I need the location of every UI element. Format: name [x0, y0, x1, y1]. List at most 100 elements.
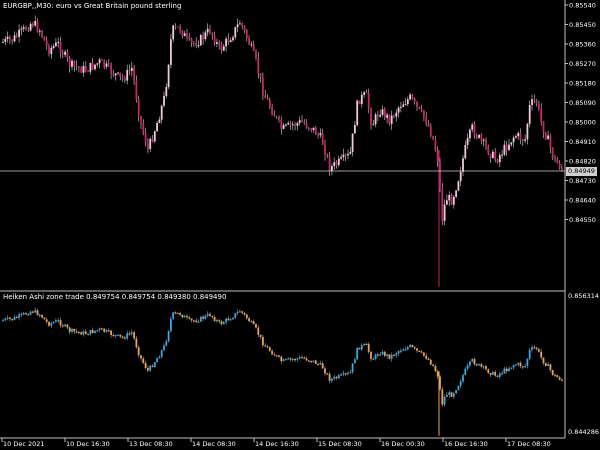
- ha-candle-body: [429, 359, 432, 365]
- ha-candle-body: [448, 392, 451, 395]
- ha-candle-body: [220, 321, 223, 325]
- candle-body: [337, 158, 340, 166]
- candle-body: [305, 123, 308, 128]
- ha-candle-body: [519, 363, 522, 367]
- candle-body: [112, 73, 115, 76]
- ha-candle-body: [259, 334, 262, 337]
- ha-candle-body: [397, 351, 400, 354]
- ha-candle-body: [50, 322, 53, 326]
- candle-body: [475, 135, 478, 138]
- ha-candle-body: [450, 392, 453, 397]
- candle-body: [38, 30, 41, 32]
- price-tick-label: 0.84910: [569, 138, 596, 146]
- candle-body: [356, 100, 359, 126]
- ha-candle-body: [107, 330, 110, 332]
- ha-candle-body: [285, 359, 287, 361]
- ha-candle-body: [211, 315, 214, 318]
- candle-body: [540, 108, 543, 122]
- ha-candle-body: [351, 363, 354, 372]
- candle-body: [147, 143, 149, 150]
- candle-body: [114, 73, 117, 76]
- candle-body: [82, 66, 85, 73]
- candle-body: [448, 195, 451, 201]
- candle-body: [298, 120, 301, 124]
- candle-body: [142, 123, 145, 133]
- ha-candle-body: [395, 353, 398, 356]
- candle-body: [317, 134, 319, 136]
- ha-candle-body: [492, 371, 494, 375]
- price-tick-label: 0.85000: [569, 119, 596, 127]
- candle-body: [64, 51, 66, 55]
- ha-candle-body: [130, 332, 133, 334]
- candle-body: [372, 124, 375, 126]
- candle-body: [190, 39, 193, 43]
- ha-candle-body: [294, 358, 296, 361]
- ha-candle-body: [275, 355, 278, 357]
- ha-candle-body: [462, 374, 464, 382]
- ha-candle-body: [515, 364, 517, 366]
- candle-body: [393, 115, 395, 117]
- candle-body: [312, 127, 315, 131]
- candle-body: [229, 40, 232, 43]
- candle-body: [140, 116, 142, 124]
- ha-candle-body: [305, 358, 308, 361]
- candle-body: [434, 139, 437, 151]
- candle-body: [282, 125, 285, 129]
- candle-body: [487, 146, 490, 155]
- candle-body: [549, 135, 552, 148]
- candle-body: [413, 99, 416, 102]
- ha-candle-body: [78, 331, 80, 333]
- ha-candle-body: [360, 345, 363, 350]
- candle-body: [535, 100, 538, 104]
- ha-candle-body: [489, 373, 492, 375]
- ha-candle-body: [36, 310, 39, 316]
- candle-body: [52, 46, 55, 48]
- ha-candle-body: [133, 332, 135, 339]
- ha-candle-body: [257, 327, 260, 335]
- candle-body: [172, 25, 175, 40]
- candle-body: [328, 155, 331, 171]
- candle-body: [84, 66, 87, 72]
- ha-candle-body: [427, 358, 430, 360]
- candle-body: [478, 134, 480, 138]
- ha-candle-body: [128, 333, 131, 335]
- ha-candle-body: [466, 365, 469, 369]
- ha-candle-body: [193, 320, 195, 322]
- ha-candle-body: [301, 357, 303, 359]
- candle-body: [471, 124, 474, 130]
- ha-candle-body: [252, 321, 255, 325]
- candle-body: [101, 59, 103, 61]
- candle-body: [542, 121, 545, 134]
- candle-body: [89, 62, 92, 72]
- ha-candle-body: [38, 314, 41, 317]
- candle-body: [556, 158, 559, 164]
- candle-body: [130, 67, 133, 71]
- candle-body: [105, 63, 108, 67]
- ha-candle-body: [204, 315, 207, 319]
- ha-candle-body: [475, 364, 478, 366]
- candle-body: [222, 46, 225, 51]
- candle-body: [285, 124, 287, 126]
- ha-candle-body: [303, 357, 306, 359]
- ha-candle-body: [271, 350, 273, 355]
- ha-candle-body: [96, 330, 99, 332]
- candle-body: [503, 144, 506, 155]
- ha-candle-body: [464, 368, 467, 375]
- ha-candle-body: [64, 324, 66, 327]
- candle-body: [310, 128, 313, 131]
- ha-candle-body: [188, 317, 191, 319]
- candle-body: [241, 23, 244, 27]
- candle-body: [18, 29, 20, 37]
- candle-body: [436, 150, 439, 162]
- candle-body: [319, 133, 322, 136]
- current-price-tag: 0.84949: [566, 167, 597, 176]
- ha-candle-body: [542, 357, 545, 364]
- candle-body: [314, 127, 317, 135]
- ha-candle-body: [521, 366, 524, 368]
- ha-candle-body: [27, 314, 30, 316]
- candle-body: [429, 126, 432, 137]
- candle-body: [204, 32, 207, 40]
- chart-canvas[interactable]: 0.85540 0.85450 0.85360 0.85270 0.85180 0.850…: [0, 0, 600, 450]
- candle-body: [515, 136, 517, 138]
- ha-candle-body: [335, 376, 338, 379]
